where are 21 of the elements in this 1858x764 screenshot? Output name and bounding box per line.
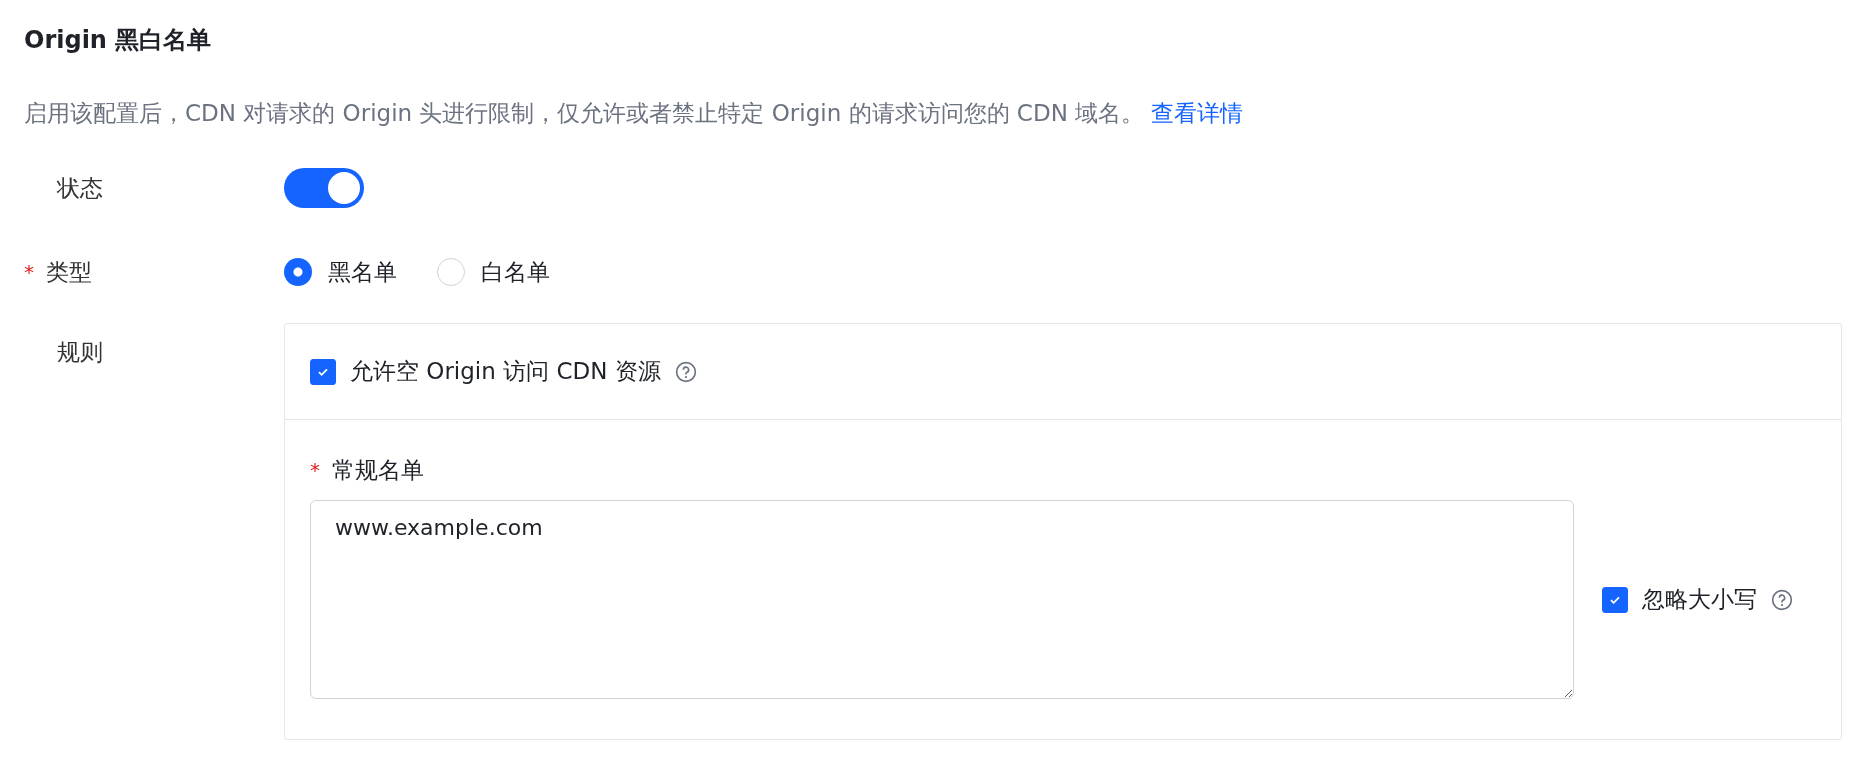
- radio-label: 白名单: [481, 257, 550, 287]
- section-title: Origin 黑白名单: [24, 25, 213, 56]
- field-label: 常规名单: [332, 455, 424, 485]
- required-mark: *: [24, 260, 34, 284]
- radio-label: 黑名单: [328, 257, 397, 287]
- list-textarea[interactable]: www.example.com: [310, 500, 1574, 699]
- checkbox[interactable]: [1602, 586, 1628, 613]
- help-icon[interactable]: [674, 360, 697, 383]
- checkbox-label: 忽略大小写: [1642, 585, 1757, 614]
- field-label: 状态: [57, 173, 103, 203]
- required-mark: *: [310, 458, 320, 482]
- checkbox[interactable]: [310, 358, 336, 385]
- details-link[interactable]: 查看详情: [1151, 100, 1244, 126]
- help-icon[interactable]: [1771, 588, 1793, 611]
- field-label: 规则: [57, 337, 103, 367]
- toggle-switch[interactable]: [284, 168, 364, 208]
- radio-button[interactable]: [284, 258, 312, 286]
- radio-button[interactable]: [437, 258, 465, 286]
- field-label: 类型: [46, 257, 92, 287]
- checkbox-label: 允许空 Origin 访问 CDN 资源: [350, 357, 661, 386]
- description: 启用该配置后，CDN 对请求的 Origin 头进行限制，仅允许或者禁止特定 Origin 的请求访问您的 CDN 域名。: [24, 100, 1145, 126]
